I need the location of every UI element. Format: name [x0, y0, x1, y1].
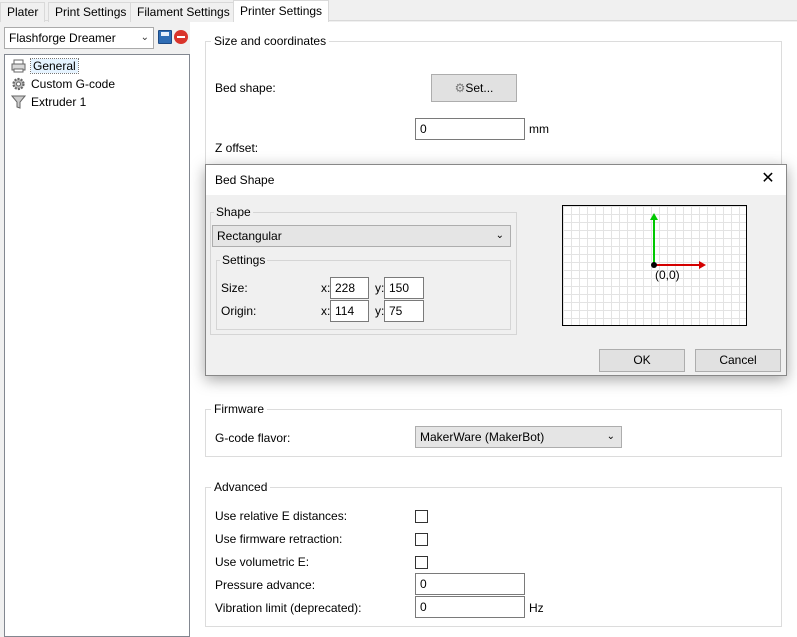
gear-icon: ⚙	[454, 81, 466, 95]
left-panel: Flashforge Dreamer ⌄ General Custom G-co…	[0, 22, 190, 637]
vibration-limit-label: Vibration limit (deprecated):	[215, 601, 362, 615]
tree-item-custom-gcode[interactable]: Custom G-code	[9, 76, 115, 93]
gcode-flavor-select[interactable]: MakerWare (MakerBot) ⌄	[415, 426, 622, 448]
volumetric-e-label: Use volumetric E:	[215, 555, 310, 569]
chevron-down-icon: ⌄	[606, 431, 615, 442]
firmware-retraction-label: Use firmware retraction:	[215, 532, 343, 546]
origin-x-input[interactable]: 114	[330, 300, 369, 322]
tab-filament-settings[interactable]: Filament Settings	[130, 2, 237, 22]
size-x-prefix: x:	[321, 281, 331, 295]
size-coordinates-title: Size and coordinates	[211, 34, 330, 48]
dialog-titlebar: Bed Shape ✕	[206, 165, 786, 195]
z-offset-unit: mm	[529, 122, 549, 136]
advanced-title: Advanced	[211, 480, 271, 494]
chevron-down-icon: ⌄	[495, 230, 504, 241]
pressure-advance-label: Pressure advance:	[215, 578, 316, 592]
settings-tree: General Custom G-code Extruder 1	[4, 54, 190, 637]
tab-print-settings[interactable]: Print Settings	[48, 2, 134, 22]
z-offset-input[interactable]: 0	[415, 118, 525, 140]
ok-button[interactable]: OK	[599, 349, 685, 372]
printer-icon	[11, 59, 26, 73]
chevron-down-icon: ⌄	[140, 32, 149, 43]
relative-e-label: Use relative E distances:	[215, 509, 348, 523]
tab-printer-settings[interactable]: Printer Settings	[233, 0, 330, 22]
cancel-button[interactable]: Cancel	[695, 349, 781, 372]
tree-item-extruder-1[interactable]: Extruder 1	[9, 94, 86, 111]
set-button-label: Set...	[465, 81, 494, 95]
tree-item-general[interactable]: General	[9, 58, 79, 75]
tree-item-label: General	[30, 58, 79, 74]
origin-y-input[interactable]: 75	[384, 300, 424, 322]
gcode-flavor-value: MakerWare (MakerBot)	[420, 430, 545, 444]
origin-x-prefix: x:	[321, 304, 331, 318]
bed-shape-set-button[interactable]: ⚙Set...	[431, 74, 517, 102]
y-axis-arrowhead	[650, 213, 658, 220]
shape-select[interactable]: Rectangular ⌄	[212, 225, 511, 247]
settings-group-title: Settings	[220, 253, 268, 267]
gcode-flavor-label: G-code flavor:	[215, 431, 291, 445]
preset-select-value: Flashforge Dreamer	[9, 31, 116, 45]
shape-group-title: Shape	[214, 205, 253, 219]
dialog-title: Bed Shape	[215, 173, 275, 187]
size-x-input[interactable]: 228	[330, 277, 369, 299]
preset-select[interactable]: Flashforge Dreamer ⌄	[4, 27, 154, 49]
vibration-limit-input[interactable]: 0	[415, 596, 525, 618]
save-preset-icon[interactable]	[158, 30, 172, 44]
vibration-limit-unit: Hz	[529, 601, 544, 615]
origin-y-prefix: y:	[375, 304, 385, 318]
delete-preset-icon[interactable]	[174, 30, 188, 44]
z-offset-label: Z offset:	[215, 141, 259, 155]
shape-select-value: Rectangular	[217, 229, 282, 243]
funnel-icon	[11, 95, 26, 109]
relative-e-checkbox[interactable]	[415, 510, 428, 523]
firmware-title: Firmware	[211, 402, 267, 416]
bed-shape-dialog: Bed Shape ✕ Shape Rectangular ⌄ Settings…	[205, 164, 787, 376]
size-y-input[interactable]: 150	[384, 277, 424, 299]
x-axis-arrowhead	[699, 261, 706, 269]
origin-coordinate-label: (0,0)	[655, 268, 680, 282]
size-label: Size:	[221, 281, 248, 295]
tree-item-label: Custom G-code	[31, 77, 116, 91]
tree-item-label: Extruder 1	[31, 95, 87, 109]
cog-icon	[12, 77, 25, 91]
tab-bar: Plater Print Settings Filament Settings …	[0, 0, 797, 22]
bed-shape-label: Bed shape:	[215, 81, 276, 95]
pressure-advance-input[interactable]: 0	[415, 573, 525, 595]
tab-plater[interactable]: Plater	[0, 2, 46, 22]
close-icon[interactable]: ✕	[758, 169, 778, 189]
axes-diagram	[650, 213, 706, 269]
volumetric-e-checkbox[interactable]	[415, 556, 428, 569]
bed-preview: (0,0)	[562, 205, 747, 326]
origin-label: Origin:	[221, 304, 257, 318]
size-y-prefix: y:	[375, 281, 385, 295]
firmware-retraction-checkbox[interactable]	[415, 533, 428, 546]
